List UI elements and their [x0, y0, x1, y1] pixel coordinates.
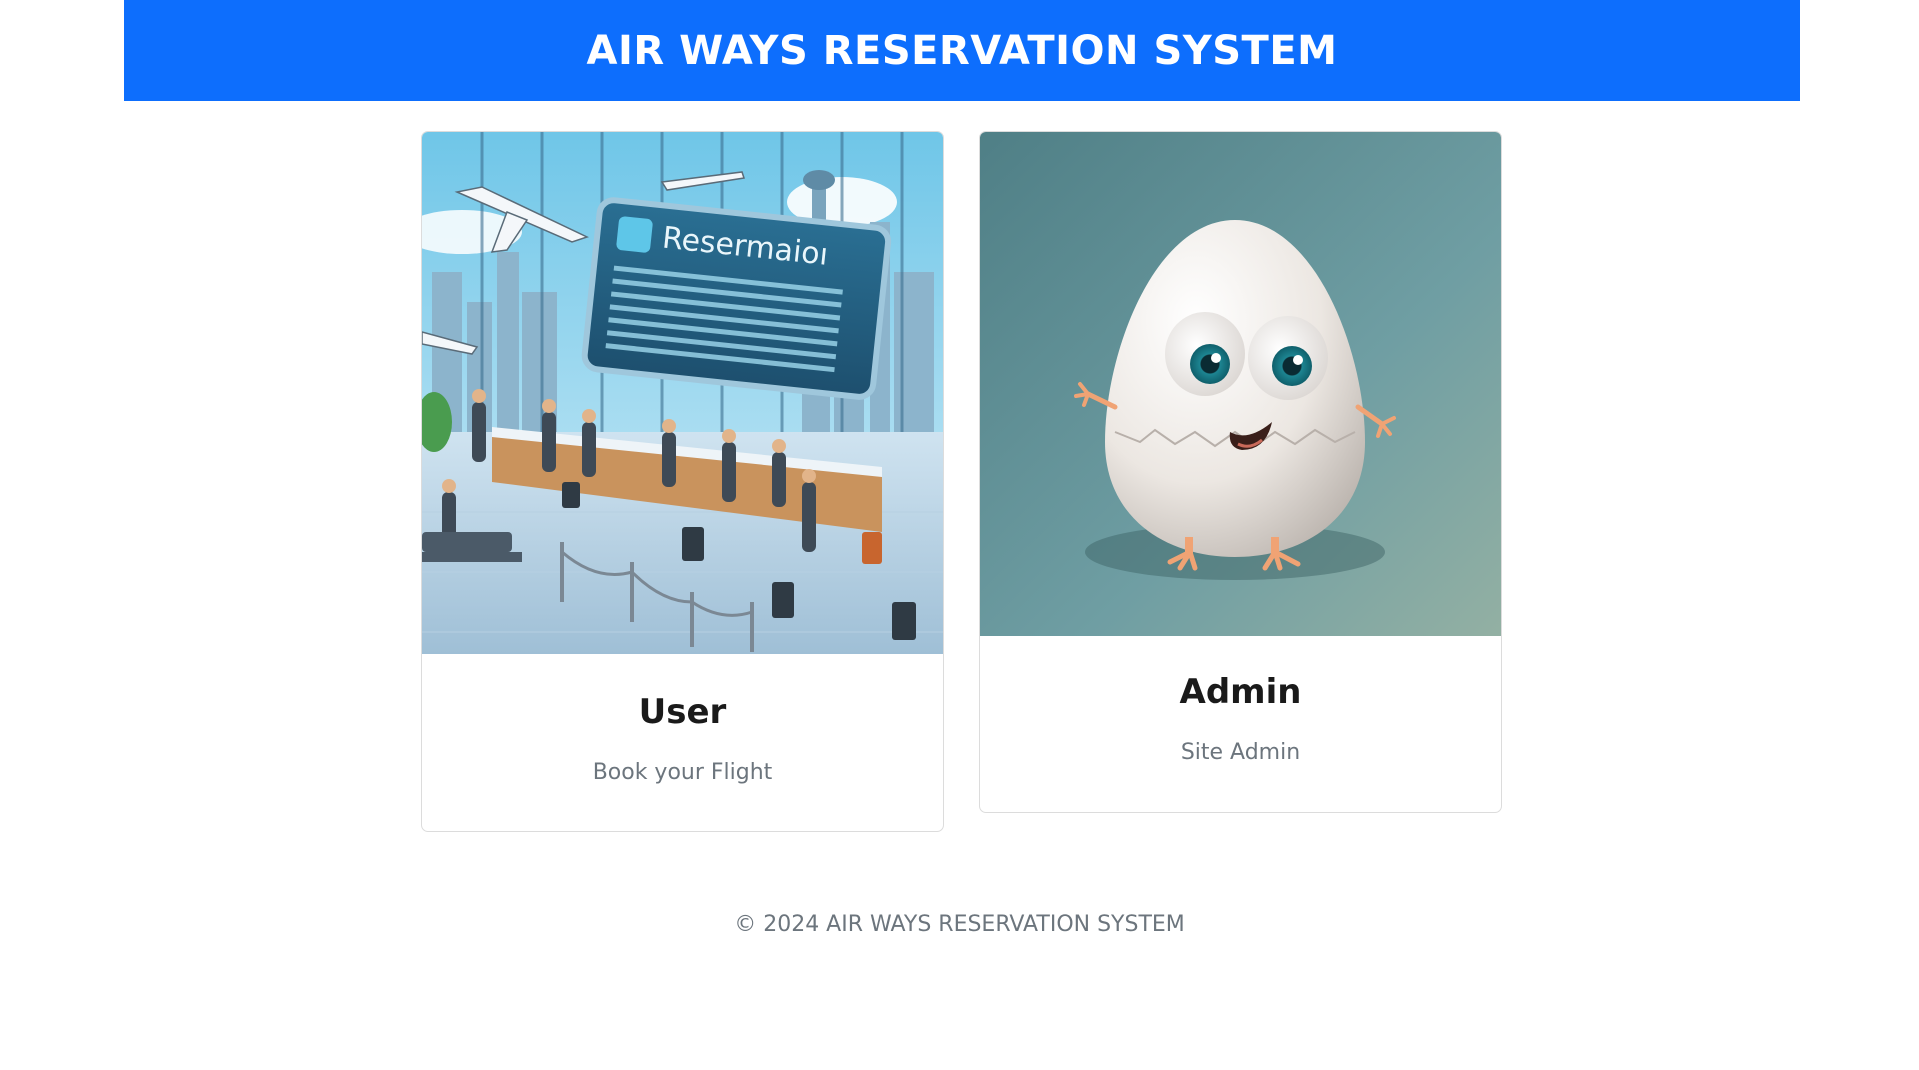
- admin-card[interactable]: Admin Site Admin: [979, 131, 1502, 813]
- user-card-text: Book your Flight: [592, 760, 773, 785]
- site-title: AIR WAYS RESERVATION SYSTEM: [586, 27, 1338, 74]
- egg-character-illustration: [980, 132, 1501, 636]
- admin-card-image[interactable]: [980, 132, 1501, 636]
- user-card-title: User: [638, 692, 727, 732]
- site-header: AIR WAYS RESERVATION SYSTEM: [124, 0, 1800, 101]
- admin-card-title: Admin: [1179, 672, 1302, 712]
- admin-card-text: Site Admin: [1180, 740, 1301, 765]
- site-footer: © 2024 AIR WAYS RESERVATION SYSTEM: [0, 912, 1919, 937]
- user-card-image[interactable]: Resermaioı: [422, 132, 943, 654]
- footer-copyright: © 2024 AIR WAYS RESERVATION SYSTEM: [734, 912, 1185, 937]
- admin-card-body: Admin Site Admin: [980, 636, 1501, 765]
- user-card-body: User Book your Flight: [422, 654, 943, 785]
- airport-reservation-illustration: Resermaioı: [422, 132, 943, 654]
- user-card[interactable]: Resermaioı User Book your Flight: [421, 131, 944, 832]
